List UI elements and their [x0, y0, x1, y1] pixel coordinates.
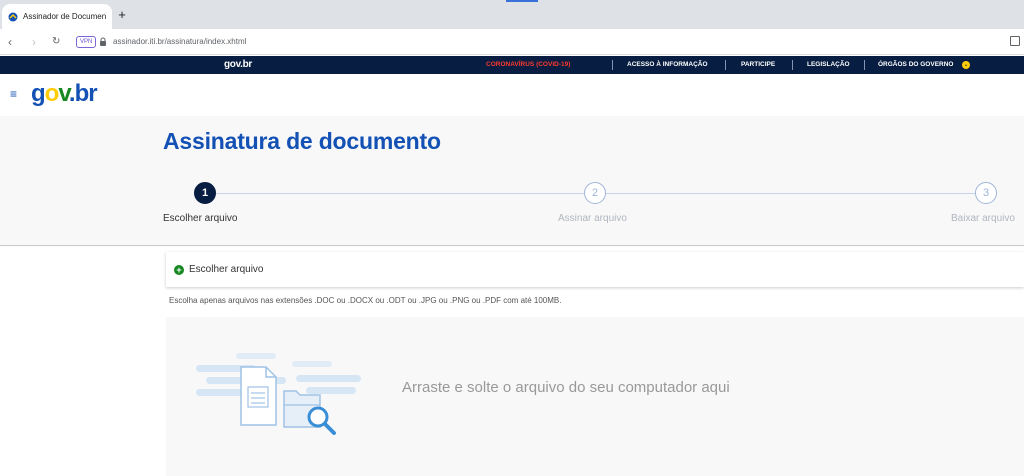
choose-file-button[interactable]: + Escolher arquivo: [166, 252, 1024, 287]
logo-letter: b: [74, 80, 90, 107]
back-icon[interactable]: ‹: [8, 35, 12, 49]
open-external-icon[interactable]: [1010, 36, 1020, 46]
govbr-logo[interactable]: gov.br: [31, 80, 98, 108]
file-dropzone[interactable]: Arraste e solte o arquivo do seu computa…: [166, 317, 1024, 476]
topbar-link-acesso-informacao[interactable]: ACESSO À INFORMAÇÃO: [627, 61, 708, 68]
govbr-topbar: gov.br CORONAVÍRUS (COVID-19) ACESSO À I…: [0, 56, 1024, 74]
new-tab-button[interactable]: +: [114, 7, 130, 23]
topbar-link-participe[interactable]: PARTICIPE: [741, 61, 775, 68]
address-bar: ‹ › ↻ VPN assinador.iti.br/assinatura/in…: [0, 29, 1024, 55]
browser-tab-title: Assinador de Documento: [23, 12, 106, 21]
site-header: ≡ gov.br: [0, 74, 1024, 116]
logo-letter: v: [58, 80, 70, 107]
topbar-separator: [792, 60, 793, 70]
topbar-brand[interactable]: gov.br: [224, 59, 252, 70]
topbar-separator: [725, 60, 726, 70]
step-2-label: Assinar arquivo: [558, 213, 627, 224]
vpn-badge[interactable]: VPN: [76, 36, 97, 48]
upload-section: + Escolher arquivo Escolha apenas arquiv…: [0, 247, 1024, 476]
upload-illustration-icon: [196, 353, 361, 435]
logo-letter: g: [31, 80, 46, 107]
reload-icon[interactable]: ↻: [52, 35, 60, 49]
topbar-link-covid[interactable]: CORONAVÍRUS (COVID-19): [486, 61, 570, 68]
topbar-link-orgaos-governo[interactable]: ÓRGÃOS DO GOVERNO: [878, 61, 953, 68]
step-3-indicator: 3: [975, 182, 997, 204]
step-1-indicator: 1: [194, 182, 216, 204]
step-connector: [606, 193, 976, 194]
menu-icon[interactable]: ≡: [10, 88, 17, 100]
choose-file-label: Escolher arquivo: [189, 264, 264, 275]
stepper-section: Assinatura de documento 1 2 3 Escolher a…: [0, 116, 1024, 246]
url-text[interactable]: assinador.iti.br/assinatura/index.xhtml: [113, 37, 246, 46]
lock-icon[interactable]: [99, 37, 107, 47]
step-3-label: Baixar arquivo: [951, 213, 1015, 224]
file-hint: Escolha apenas arquivos nas extensões .D…: [169, 296, 562, 305]
favicon-icon: [8, 12, 18, 21]
tabstrip-accent: [506, 0, 538, 2]
browser-tabstrip: Assinador de Documento +: [0, 0, 1024, 29]
logo-letter: o: [44, 80, 60, 107]
plus-circle-icon: +: [174, 264, 184, 275]
topbar-link-legislacao[interactable]: LEGISLAÇÃO: [807, 61, 850, 68]
chevron-down-icon[interactable]: ⌄: [962, 61, 970, 69]
step-2-indicator: 2: [584, 182, 606, 204]
step-connector: [216, 193, 584, 194]
dropzone-text: Arraste e solte o arquivo do seu computa…: [402, 379, 730, 396]
main-content: Assinatura de documento 1 2 3 Escolher a…: [0, 116, 1024, 476]
logo-letter: r: [88, 80, 97, 107]
topbar-separator: [864, 60, 865, 70]
browser-tab[interactable]: Assinador de Documento: [2, 4, 112, 29]
step-1-label: Escolher arquivo: [163, 213, 238, 224]
topbar-separator: [612, 60, 613, 70]
forward-icon[interactable]: ›: [32, 35, 36, 49]
page-title: Assinatura de documento: [163, 128, 441, 154]
